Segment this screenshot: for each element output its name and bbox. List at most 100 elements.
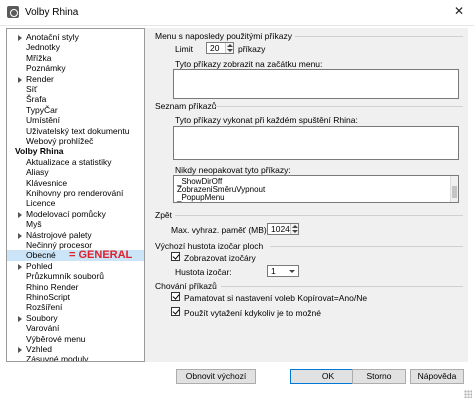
tree-item-label: Poznámky — [26, 63, 66, 74]
cancel-button[interactable]: Storno — [352, 369, 406, 384]
startup-commands-label: Tyto příkazy vykonat při každém spuštění… — [175, 115, 358, 125]
tree-item[interactable]: Modelovací pomůcky — [7, 209, 144, 220]
always-show-commands-textarea[interactable] — [173, 69, 459, 99]
tree-item-label: Volby Rhina — [15, 146, 64, 157]
tree-item[interactable]: Poznámky — [7, 63, 144, 74]
tree-item-label: Webový prohlížeč — [26, 136, 94, 146]
use-extrusions-checkbox[interactable] — [171, 307, 180, 316]
spinner-arrows-icon[interactable] — [290, 224, 298, 234]
tree-item[interactable]: Šrafa — [7, 94, 144, 105]
tree-item-label: Anotační styly — [26, 32, 79, 42]
tree-item[interactable]: Mřížka — [7, 53, 144, 64]
tree-item-label: Modelovací pomůcky — [26, 208, 106, 219]
limit-label: Limit — [175, 44, 193, 54]
tree-item-label: Zásuvné moduly — [26, 354, 89, 362]
limit-unit-label: příkazy — [238, 44, 266, 54]
tree-item[interactable]: Render — [7, 74, 144, 85]
window-title: Volby Rhina — [25, 7, 79, 18]
tree-item[interactable]: Průzkumník souborů — [7, 271, 144, 282]
options-tree[interactable]: Anotační styly Jednotky Mřížka Poznámky Rend… — [6, 28, 145, 362]
chevron-right-icon[interactable] — [18, 232, 22, 239]
tree-item[interactable]: Nástrojové palety — [7, 230, 144, 241]
tree-item[interactable]: Knihovny pro renderování — [7, 188, 144, 199]
limit-stepper[interactable]: 20 — [206, 42, 234, 54]
rhino-app-icon — [7, 6, 19, 18]
chevron-right-icon[interactable] — [18, 76, 22, 83]
section-title-isocurve-density: Výchozí hustota izočar ploch — [155, 241, 264, 251]
help-button[interactable]: Nápověda — [410, 369, 464, 384]
tree-item[interactable]: Webový prohlížeč — [7, 136, 144, 147]
use-extrusions-label: Použít vytažení kdykoliv je to možné — [184, 308, 322, 318]
isocurve-density-select[interactable]: 1 — [267, 265, 299, 277]
tree-item[interactable]: Rozšíření — [7, 302, 144, 313]
scrollbar-thumb[interactable] — [452, 186, 457, 198]
tree-item-label: Rozšíření — [26, 302, 63, 313]
startup-commands-textarea[interactable] — [173, 126, 459, 160]
tree-item[interactable]: Síť — [7, 84, 144, 95]
tree-item-label: Mřížka — [26, 52, 52, 63]
chevron-down-icon — [289, 270, 295, 273]
section-title-command-lists: Seznam příkazů — [155, 101, 217, 111]
section-title-undo: Zpět — [155, 210, 173, 220]
tree-item[interactable]: Klávesnice — [7, 178, 144, 189]
tree-item[interactable]: Vzhled — [7, 344, 144, 355]
tree-item-label: Pohled — [26, 260, 53, 271]
tree-item[interactable]: Umístění — [7, 115, 144, 126]
tree-item-label: Licence — [26, 198, 56, 209]
tree-item[interactable]: Varování — [7, 323, 144, 334]
chevron-right-icon[interactable] — [18, 211, 22, 218]
resize-grip-icon[interactable] — [464, 390, 472, 398]
tree-item[interactable]: Uživatelský text dokumentu — [7, 126, 144, 137]
restore-defaults-button[interactable]: Obnovit výchozí — [176, 369, 256, 384]
scrollbar[interactable] — [450, 176, 458, 202]
tree-item-label: Rhino Render — [26, 281, 79, 292]
chevron-right-icon[interactable] — [18, 35, 22, 41]
tree-item[interactable]: Rhino Render — [7, 282, 144, 293]
section-divider — [175, 215, 463, 216]
tree-item-label: Jednotky — [26, 42, 61, 53]
chevron-right-icon[interactable] — [18, 263, 22, 270]
tree-item-label: Uživatelský text dokumentu — [26, 125, 130, 136]
tree-item-label: Soubory — [26, 312, 58, 323]
tree-item-label: Obecné — [26, 250, 56, 261]
section-title-recent-commands: Menu s naposledy použitými příkazy — [155, 31, 293, 41]
tree-item-label: Průzkumník souborů — [26, 271, 104, 282]
tree-item-label: Myš — [26, 219, 42, 230]
tree-item-label: Šrafa — [26, 94, 47, 105]
isocurve-density-label: Hustota izočar: — [175, 267, 232, 277]
tree-item[interactable]: Myš — [7, 219, 144, 230]
general-annotation: = GENERAL — [69, 249, 133, 262]
tree-item-label: TypyČar — [26, 104, 58, 115]
never-repeat-list[interactable]: _ShowDirOff ZobrazeniSměruVypnout _PopupMe… — [173, 175, 459, 203]
tree-item[interactable]: Anotační styly — [7, 32, 144, 43]
tree-item-label: Síť — [26, 84, 38, 94]
tree-item[interactable]: Licence — [7, 198, 144, 209]
spinner-arrows-icon[interactable] — [225, 43, 233, 53]
tree-item[interactable]: Aliasy — [7, 167, 144, 178]
limit-value: 20 — [210, 43, 220, 53]
tree-item-label: Nástrojové palety — [26, 229, 92, 240]
tree-item[interactable]: RhinoScript — [7, 292, 144, 303]
tree-item-label: RhinoScript — [26, 292, 70, 302]
max-memory-stepper[interactable]: 1024 — [267, 223, 299, 235]
tree-item[interactable]: Výběrové menu — [7, 334, 144, 345]
tree-item[interactable]: Zásuvné moduly — [7, 354, 144, 362]
tree-item[interactable]: Pohled — [7, 261, 144, 272]
tree-item[interactable]: Soubory — [7, 313, 144, 324]
show-isocurves-checkbox[interactable] — [171, 252, 180, 261]
tree-item-label: Umístění — [26, 115, 61, 126]
show-isocurves-label: Zobrazovat izočáry — [184, 253, 256, 263]
chevron-right-icon[interactable] — [18, 347, 22, 353]
tree-item[interactable]: TypyČar — [7, 105, 144, 116]
tree-item-label: Vzhled — [26, 344, 52, 354]
close-icon[interactable]: ✕ — [454, 4, 464, 18]
tree-item[interactable]: Volby Rhina — [7, 146, 144, 157]
tree-item-label: Aliasy — [26, 167, 49, 178]
tree-item[interactable]: Aktualizace a statistiky — [7, 157, 144, 168]
title-bar: Volby Rhina ✕ — [0, 0, 474, 26]
list-item[interactable]: PlovoucíMenu — [177, 201, 228, 202]
tree-item[interactable]: Obecné = GENERAL — [7, 249, 144, 262]
chevron-right-icon[interactable] — [18, 315, 22, 322]
remember-copy-checkbox[interactable] — [171, 292, 180, 301]
tree-item[interactable]: Jednotky — [7, 42, 144, 53]
